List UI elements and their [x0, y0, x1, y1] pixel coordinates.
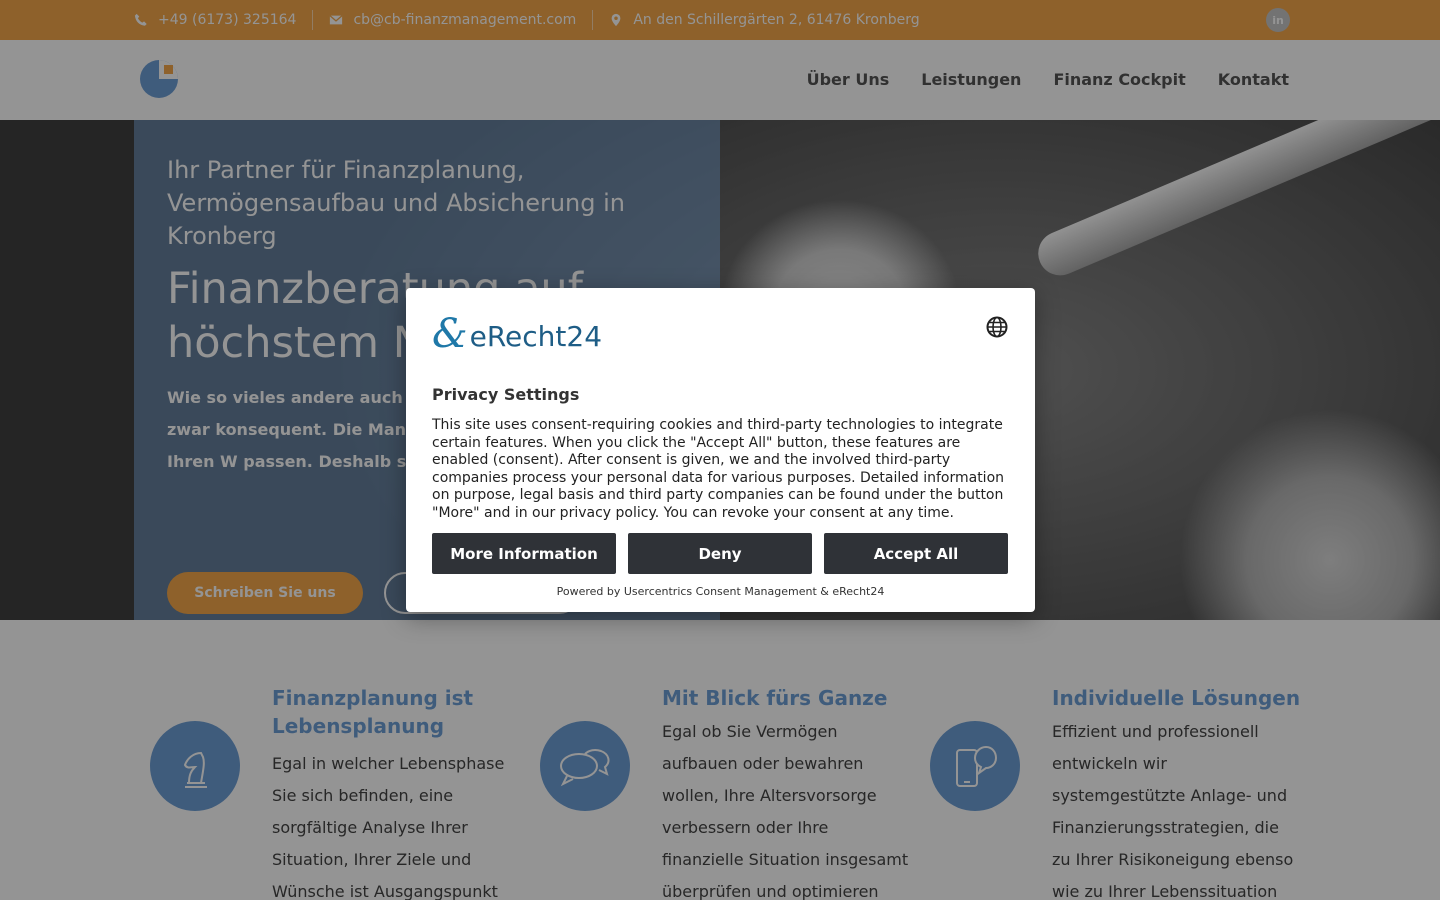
privacy-settings-dialog: & eRecht24 Privacy Settings This site us…: [406, 288, 1035, 612]
dialog-footer-powered-by: Powered by Usercentrics Consent Manageme…: [556, 585, 885, 598]
dialog-button-row: More Information Deny Accept All: [432, 533, 1008, 574]
language-globe-icon[interactable]: [986, 316, 1008, 338]
accept-all-button[interactable]: Accept All: [824, 533, 1008, 574]
dialog-description: This site uses consent-requiring cookies…: [432, 417, 1005, 521]
erecht24-brand: eRecht24: [469, 320, 603, 353]
dialog-title: Privacy Settings: [432, 385, 580, 404]
erecht24-logo-mark: &: [432, 311, 468, 357]
erecht24-logo: & eRecht24: [432, 314, 602, 354]
deny-button[interactable]: Deny: [628, 533, 812, 574]
more-information-button[interactable]: More Information: [432, 533, 616, 574]
